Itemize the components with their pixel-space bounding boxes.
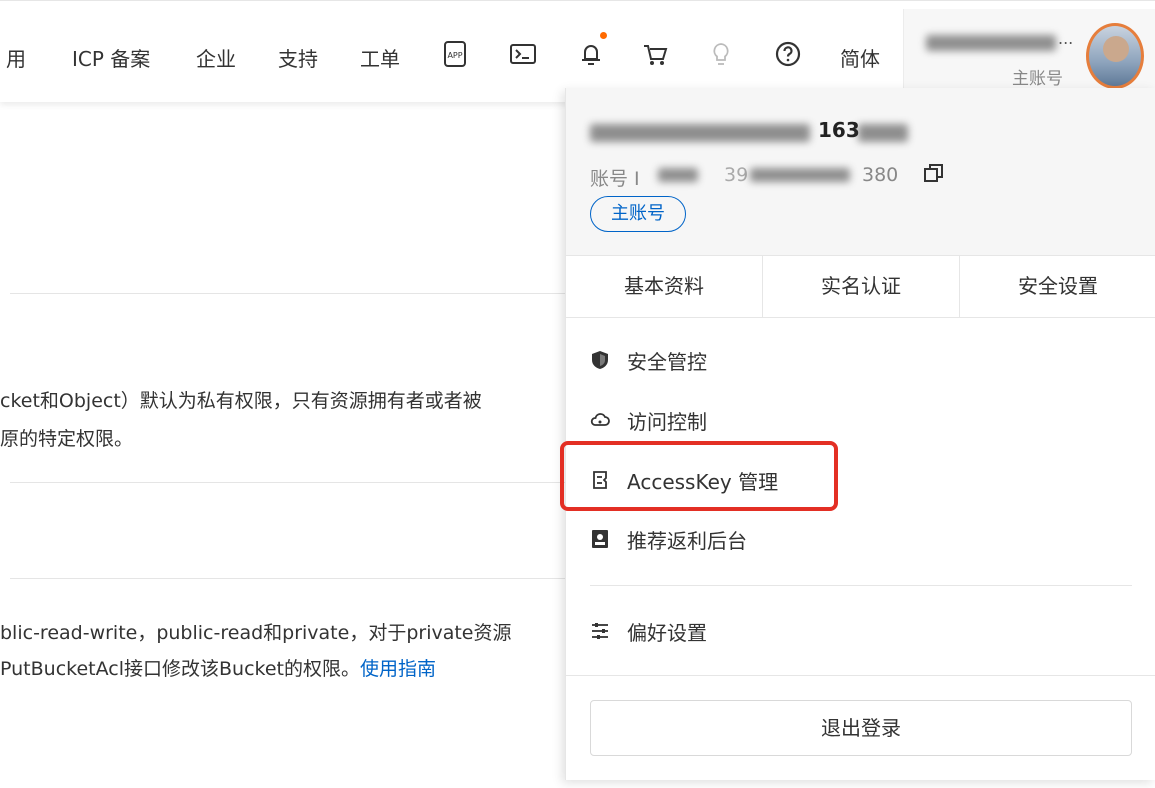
masked-account-email [590,124,810,142]
copy-icon[interactable] [923,162,945,184]
logout-button[interactable]: 退出登录 [590,700,1132,756]
account-id-mid: 39 [724,164,749,186]
account-dropdown: 163 账号 I 39 380 主账号 基本资料 实名认证 安全设置 安全管控 … [565,88,1155,780]
highlight-annotation [560,441,838,511]
masked-account-name [926,35,1056,51]
dropdown-header: 163 账号 I 39 380 主账号 [566,88,1155,256]
shield-icon [590,350,610,370]
account-tabs: 基本资料 实名认证 安全设置 [566,256,1155,318]
tab-security-settings[interactable]: 安全设置 [960,256,1155,317]
content-para1-line1: cket和Object）默认为私有权限，只有资源拥有者或者被 [0,390,482,412]
menu-item-security-control[interactable]: 安全管控 [590,340,707,380]
content-para1-line2: 原的特定权限。 [0,428,134,450]
menu-item-preferences[interactable]: 偏好设置 [590,611,707,651]
notification-dot [600,32,607,39]
masked-account-id [750,168,850,182]
masked-account-id [658,168,698,182]
app-icon[interactable]: APP [441,39,469,69]
terminal-icon[interactable] [509,39,537,69]
nav-item-support[interactable]: 支持 [278,43,318,72]
menu-item-label: 偏好设置 [627,620,707,645]
top-nav-bar: 用 ICP 备案 企业 支持 工单 APP 简体 ... 主账号 [0,0,1155,103]
avatar[interactable] [1086,23,1144,89]
content-para2-line2: PutBucketAcl接口修改该Bucket的权限。使用指南 [0,654,436,681]
section-divider [10,482,570,483]
nav-item-enterprise[interactable]: 企业 [196,43,236,72]
help-icon[interactable] [774,39,802,69]
content-para2-line1: blic-read-write，public-read和private，对于pr… [0,622,512,644]
tab-real-name[interactable]: 实名认证 [763,256,960,317]
section-divider [10,293,570,294]
bell-icon[interactable] [577,39,605,69]
tab-basic-info[interactable]: 基本资料 [566,256,763,317]
role-badge: 主账号 [590,196,686,232]
cloud-icon [590,410,610,430]
usage-guide-link[interactable]: 使用指南 [360,658,436,680]
content-para2-line2-text: PutBucketAcl接口修改该Bucket的权限。 [0,658,360,680]
account-email-visible: 163 [818,118,860,142]
menu-item-label: 访问控制 [627,409,707,434]
menu-divider [590,585,1132,586]
nav-item-icp[interactable]: ICP 备案 [72,43,150,72]
nav-item-partial[interactable]: 用 [6,43,26,72]
account-role: 主账号 [1012,69,1063,89]
ellipsis: ... [1058,29,1074,48]
account-id-suffix: 380 [862,164,899,186]
portrait-icon [590,529,610,549]
account-id-label: 账号 I [590,168,640,190]
nav-item-ticket[interactable]: 工单 [360,43,400,72]
lightbulb-icon[interactable] [707,39,735,69]
menu-item-access-control[interactable]: 访问控制 [590,400,707,440]
svg-text:APP: APP [447,51,462,60]
menu-item-referral[interactable]: 推荐返利后台 [590,519,747,559]
menu-item-label: 安全管控 [627,349,707,374]
cart-icon[interactable] [641,39,669,69]
sliders-icon [590,621,610,641]
language-switch[interactable]: 简体 [840,43,880,72]
menu-item-label: 推荐返利后台 [627,528,747,553]
masked-account-email-suffix [858,124,908,142]
menu-divider [566,675,1155,676]
section-divider [10,578,570,579]
